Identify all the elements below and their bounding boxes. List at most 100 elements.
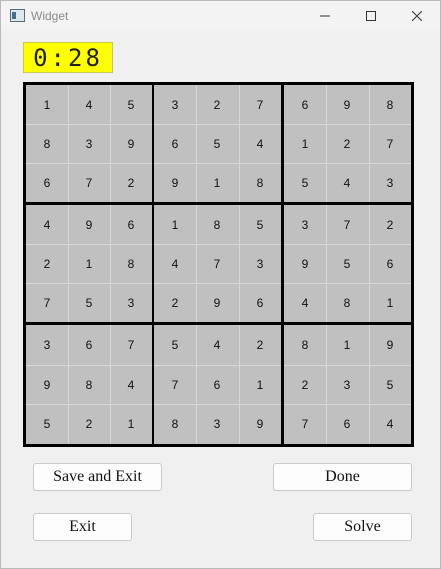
sudoku-cell[interactable]: 7	[68, 163, 110, 202]
sudoku-cell[interactable]: 3	[369, 163, 411, 202]
sudoku-cell[interactable]: 9	[68, 205, 110, 244]
exit-button[interactable]: Exit	[33, 513, 132, 541]
sudoku-cell[interactable]: 5	[369, 365, 411, 405]
maximize-button[interactable]	[348, 1, 394, 31]
sudoku-cell[interactable]: 4	[110, 365, 152, 405]
sudoku-cell[interactable]: 5	[326, 244, 368, 283]
sudoku-board: 1458396723276549186981275434962187531854…	[23, 82, 414, 447]
sudoku-cell[interactable]: 4	[369, 404, 411, 444]
sudoku-cell[interactable]: 1	[26, 85, 68, 124]
sudoku-cell[interactable]: 2	[154, 283, 196, 322]
sudoku-block: 542 761 839	[154, 325, 281, 444]
save-and-exit-button[interactable]: Save and Exit	[33, 463, 162, 491]
sudoku-cell[interactable]: 5	[26, 404, 68, 444]
sudoku-cell[interactable]: 9	[110, 124, 152, 163]
minimize-button[interactable]	[302, 1, 348, 31]
sudoku-cell[interactable]: 2	[239, 325, 281, 365]
sudoku-cell[interactable]: 1	[154, 205, 196, 244]
sudoku-cell[interactable]: 3	[326, 365, 368, 405]
minimize-icon	[320, 15, 330, 17]
title-bar[interactable]: Widget	[1, 1, 440, 31]
close-button[interactable]	[394, 1, 440, 31]
sudoku-cell[interactable]: 5	[284, 163, 326, 202]
sudoku-cell[interactable]: 8	[26, 124, 68, 163]
sudoku-cell[interactable]: 6	[68, 325, 110, 365]
sudoku-cell[interactable]: 5	[68, 283, 110, 322]
sudoku-cell[interactable]: 1	[196, 163, 238, 202]
sudoku-cell[interactable]: 3	[239, 244, 281, 283]
sudoku-cell[interactable]: 1	[284, 124, 326, 163]
sudoku-cell[interactable]: 4	[284, 283, 326, 322]
sudoku-cell[interactable]: 4	[239, 124, 281, 163]
sudoku-block: 496 218 753	[26, 205, 152, 322]
sudoku-cell[interactable]: 2	[68, 404, 110, 444]
sudoku-cell[interactable]: 4	[154, 244, 196, 283]
sudoku-cell[interactable]: 2	[284, 365, 326, 405]
sudoku-cell[interactable]: 4	[196, 325, 238, 365]
sudoku-cell[interactable]: 1	[68, 244, 110, 283]
sudoku-cell[interactable]: 5	[196, 124, 238, 163]
close-icon	[412, 11, 422, 21]
sudoku-cell[interactable]: 5	[239, 205, 281, 244]
sudoku-cell[interactable]: 4	[68, 85, 110, 124]
sudoku-cell[interactable]: 2	[369, 205, 411, 244]
sudoku-cell[interactable]: 2	[110, 163, 152, 202]
sudoku-cell[interactable]: 1	[369, 283, 411, 322]
sudoku-cell[interactable]: 3	[26, 325, 68, 365]
sudoku-cell[interactable]: 9	[239, 404, 281, 444]
sudoku-cell[interactable]: 7	[110, 325, 152, 365]
sudoku-block: 327 654 918	[154, 85, 281, 202]
sudoku-cell[interactable]: 3	[196, 404, 238, 444]
sudoku-cell[interactable]: 6	[369, 244, 411, 283]
sudoku-cell[interactable]: 9	[284, 244, 326, 283]
sudoku-cell[interactable]: 5	[154, 325, 196, 365]
sudoku-cell[interactable]: 6	[196, 365, 238, 405]
sudoku-cell[interactable]: 1	[239, 365, 281, 405]
sudoku-cell[interactable]: 4	[326, 163, 368, 202]
done-button[interactable]: Done	[273, 463, 412, 491]
sudoku-cell[interactable]: 7	[284, 404, 326, 444]
sudoku-cell[interactable]: 7	[196, 244, 238, 283]
sudoku-cell[interactable]: 8	[110, 244, 152, 283]
sudoku-cell[interactable]: 4	[26, 205, 68, 244]
sudoku-cell[interactable]: 7	[154, 365, 196, 405]
sudoku-cell[interactable]: 2	[196, 85, 238, 124]
sudoku-cell[interactable]: 8	[68, 365, 110, 405]
sudoku-cell[interactable]: 2	[26, 244, 68, 283]
maximize-icon	[366, 11, 376, 21]
sudoku-cell[interactable]: 6	[326, 404, 368, 444]
sudoku-cell[interactable]: 7	[26, 283, 68, 322]
sudoku-cell[interactable]: 6	[26, 163, 68, 202]
solve-button[interactable]: Solve	[313, 513, 412, 541]
sudoku-cell[interactable]: 9	[154, 163, 196, 202]
sudoku-cell[interactable]: 7	[369, 124, 411, 163]
sudoku-cell[interactable]: 5	[110, 85, 152, 124]
sudoku-cell[interactable]: 3	[110, 283, 152, 322]
sudoku-block: 372 956 481	[284, 205, 411, 322]
sudoku-cell[interactable]: 6	[110, 205, 152, 244]
sudoku-cell[interactable]: 6	[154, 124, 196, 163]
sudoku-block: 185 473 296	[154, 205, 281, 322]
sudoku-cell[interactable]: 2	[326, 124, 368, 163]
sudoku-cell[interactable]: 9	[369, 325, 411, 365]
sudoku-cell[interactable]: 9	[26, 365, 68, 405]
sudoku-cell[interactable]: 7	[239, 85, 281, 124]
sudoku-cell[interactable]: 3	[68, 124, 110, 163]
sudoku-cell[interactable]: 8	[154, 404, 196, 444]
sudoku-cell[interactable]: 3	[154, 85, 196, 124]
sudoku-cell[interactable]: 8	[284, 325, 326, 365]
sudoku-cell[interactable]: 1	[110, 404, 152, 444]
sudoku-cell[interactable]: 1	[326, 325, 368, 365]
sudoku-cell[interactable]: 8	[196, 205, 238, 244]
sudoku-cell[interactable]: 9	[196, 283, 238, 322]
sudoku-cell[interactable]: 8	[239, 163, 281, 202]
sudoku-cell[interactable]: 3	[284, 205, 326, 244]
sudoku-block: 145 839 672	[26, 85, 152, 202]
sudoku-cell[interactable]: 6	[284, 85, 326, 124]
sudoku-cell[interactable]: 7	[326, 205, 368, 244]
sudoku-cell[interactable]: 6	[239, 283, 281, 322]
sudoku-cell[interactable]: 8	[369, 85, 411, 124]
timer-display: 0:28	[23, 42, 113, 73]
sudoku-cell[interactable]: 9	[326, 85, 368, 124]
sudoku-cell[interactable]: 8	[326, 283, 368, 322]
